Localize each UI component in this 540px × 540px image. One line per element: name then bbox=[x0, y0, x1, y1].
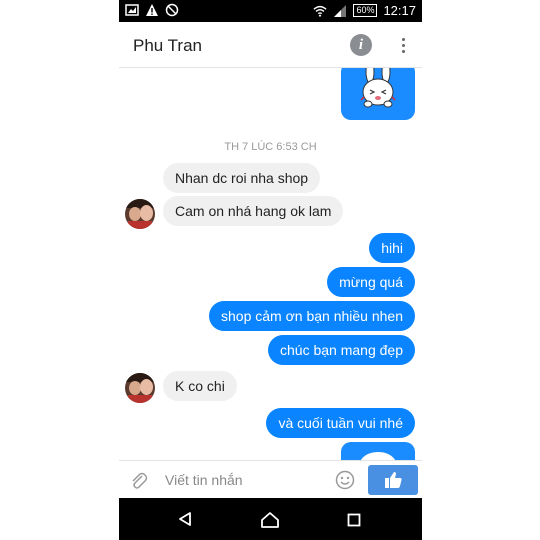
incoming-message[interactable]: Cam on nhá hang ok lam bbox=[163, 196, 344, 226]
status-bar: 60% 12:17 bbox=[119, 0, 422, 22]
android-nav-bar bbox=[119, 498, 422, 540]
attach-icon[interactable] bbox=[129, 471, 149, 491]
message-input[interactable] bbox=[165, 467, 325, 493]
more-options-icon[interactable] bbox=[395, 35, 411, 55]
thumbs-up-icon bbox=[385, 472, 402, 488]
message-timestamp: TH 7 LÚC 6:53 CH bbox=[224, 141, 317, 153]
home-icon[interactable] bbox=[260, 511, 280, 529]
avatar[interactable] bbox=[125, 199, 155, 229]
rabbit-sticker-icon bbox=[360, 68, 396, 108]
outgoing-message[interactable]: shop cảm ơn bạn nhiều nhen bbox=[209, 301, 415, 331]
battery-indicator: 60% bbox=[353, 4, 378, 17]
rabbit-sticker bbox=[341, 68, 415, 120]
blocked-icon bbox=[165, 3, 179, 17]
partial-sticker bbox=[341, 442, 415, 460]
message-list[interactable]: TH 7 LÚC 6:53 CH Nhan dc roi nha shop Ca… bbox=[119, 68, 422, 460]
status-right-icons: 60% 12:17 bbox=[313, 3, 416, 18]
incoming-message[interactable]: K co chi bbox=[163, 371, 237, 401]
outgoing-message[interactable]: chúc bạn mang đẹp bbox=[268, 335, 415, 365]
status-left-icons bbox=[125, 3, 179, 17]
incoming-message[interactable]: Nhan dc roi nha shop bbox=[163, 163, 321, 193]
emoji-icon[interactable] bbox=[335, 470, 355, 490]
back-icon[interactable] bbox=[177, 511, 193, 527]
outgoing-message[interactable]: hihi bbox=[369, 233, 415, 263]
contact-name[interactable]: Phu Tran bbox=[133, 36, 202, 56]
outgoing-message[interactable]: mừng quá bbox=[327, 267, 415, 297]
phone-screen: 60% 12:17 Phu Tran i TH 7 LÚC 6:53 CH Nh… bbox=[119, 0, 422, 540]
info-icon[interactable]: i bbox=[350, 34, 372, 56]
wifi-icon bbox=[313, 5, 328, 17]
status-clock: 12:17 bbox=[383, 3, 416, 18]
avatar[interactable] bbox=[125, 373, 155, 403]
sticker-icon bbox=[361, 452, 395, 460]
outgoing-message[interactable]: và cuối tuần vui nhé bbox=[266, 408, 415, 438]
conversation-header: Phu Tran i bbox=[119, 22, 422, 68]
recent-apps-icon[interactable] bbox=[347, 513, 361, 527]
message-composer bbox=[119, 460, 422, 498]
warning-icon bbox=[146, 4, 158, 16]
picture-icon bbox=[125, 4, 139, 16]
like-button[interactable] bbox=[368, 465, 418, 495]
signal-icon bbox=[334, 4, 347, 17]
